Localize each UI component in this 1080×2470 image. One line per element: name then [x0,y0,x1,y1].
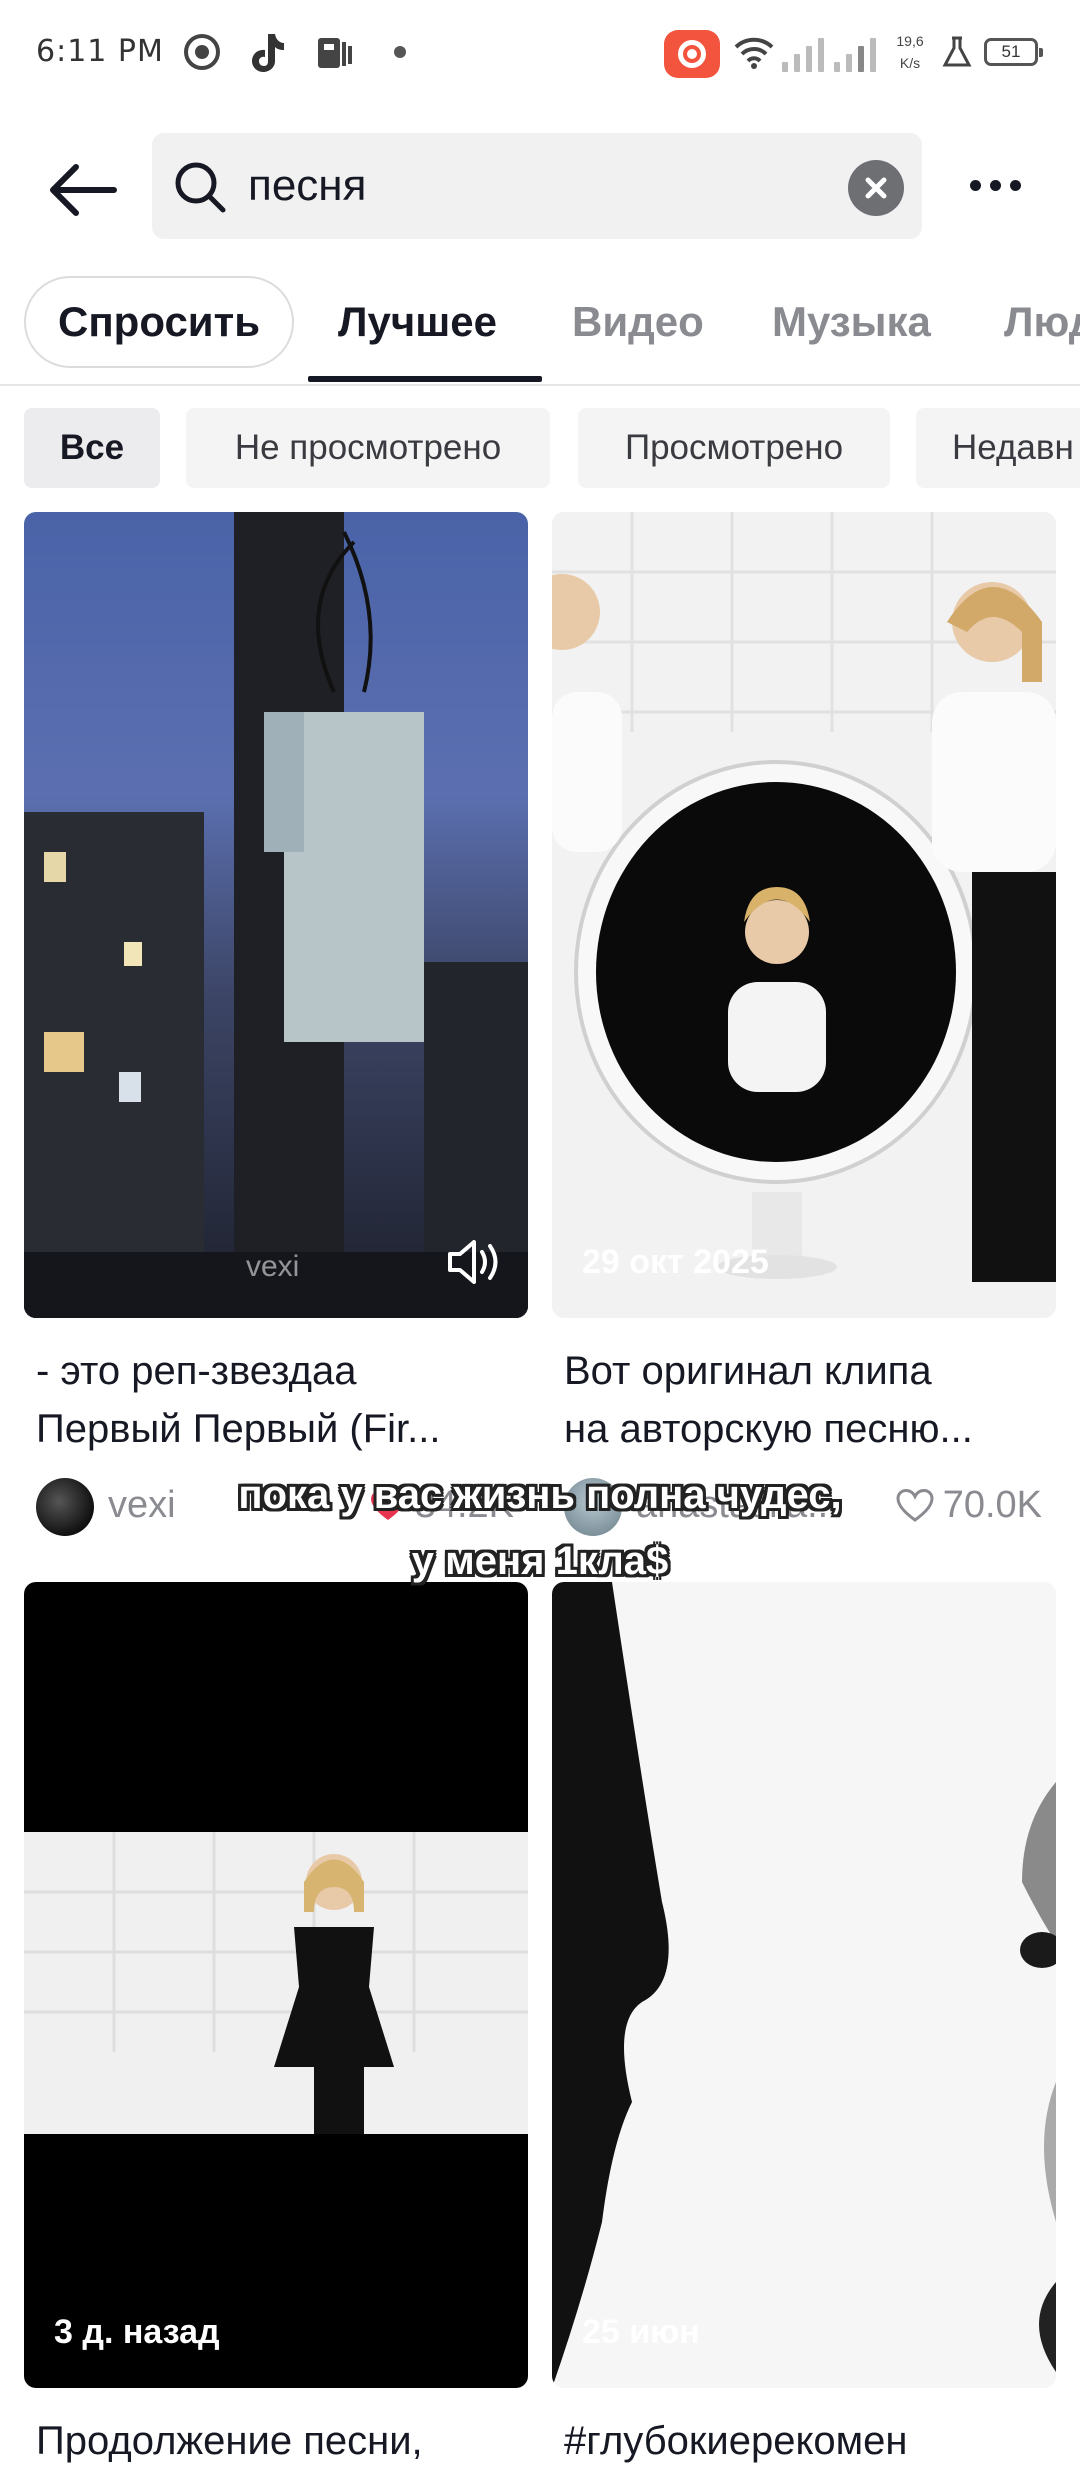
filter-watched[interactable]: Просмотрено [578,408,890,488]
app-notification-icon [312,30,356,74]
video-title-line: #глубокиерекомен [564,2419,908,2463]
video-title[interactable]: Вот оригинал клипа на авторскую песню... [552,1342,1056,1458]
signal-1-icon [782,32,824,72]
more-dot-icon [1009,179,1021,191]
video-title-line: на авторскую песню... [564,1407,973,1451]
search-icon [175,162,226,213]
search-tabs: Спросить Лучшее Видео Музыка Люд [0,272,1080,386]
video-title-line: Вот оригинал клипа [564,1349,932,1393]
screen-record-icon [664,30,720,78]
search-query[interactable]: песня [248,161,366,211]
video-card[interactable]: vexi - это реп-звездаа Первый Первый (Fi… [24,512,528,1536]
wifi-icon [732,30,776,74]
more-dot-icon [969,179,981,191]
video-date: 29 окт 2025 [582,1243,769,1281]
dot-icon [390,30,410,74]
flask-icon [940,30,974,74]
close-icon [865,177,887,199]
video-date: 25 июн [582,2313,700,2351]
more-dot-icon [989,179,1001,191]
filter-chips: Все Не просмотрено Просмотрено Недавн [0,408,1080,488]
thumbnail-scene [24,512,528,1318]
video-watermark: vexi [246,1250,300,1283]
video-title[interactable]: - это реп-звездаа Первый Первый (Fir... [24,1342,528,1458]
video-thumbnail[interactable]: vexi [24,512,528,1318]
thumbnail-scene [552,512,1056,1318]
tab-ask[interactable]: Спросить [24,276,294,368]
tab-top[interactable]: Лучшее [338,298,497,346]
tiktok-icon [244,30,288,74]
more-options-button[interactable] [960,160,1030,210]
video-card[interactable]: 25 июн #глубокиерекомен [552,1582,1056,2470]
network-speed: 19,6 K/s [890,30,930,74]
video-title[interactable]: Продолжение песни, [24,2412,528,2470]
video-title-line: Первый Первый (Fir... [36,1407,441,1451]
video-thumbnail[interactable]: 25 июн [552,1582,1056,2388]
speaker-icon[interactable] [444,1234,504,1290]
arrow-left-icon [50,164,117,216]
video-card[interactable]: 29 окт 2025 Вот оригинал клипа на авторс… [552,512,1056,1536]
caption-line: у меня 1кла$ [411,1539,669,1583]
filter-recent[interactable]: Недавн [916,408,1080,488]
thumbnail-scene [552,1582,1056,2388]
tab-videos[interactable]: Видео [572,298,704,346]
clear-search-button[interactable] [848,160,904,216]
status-time: 6:11 PM [36,34,164,69]
thumbnail-scene [24,1832,528,2134]
battery-indicator: 51 [984,38,1043,66]
floating-lyrics-caption: пока у вас жизнь полна чудес, у меня 1кл… [0,1462,1080,1594]
video-thumbnail[interactable]: 29 окт 2025 [552,512,1056,1318]
video-thumbnail[interactable]: 3 д. назад [24,1582,528,2388]
caption-line: пока у вас жизнь полна чудес, [238,1473,842,1517]
video-date: 3 д. назад [54,2313,220,2351]
network-speed-value: 19,6 [896,33,924,49]
status-bar: 6:11 PM 19,6 K/s 51 [0,0,1080,110]
tab-people[interactable]: Люд [1004,298,1080,346]
record-indicator-icon [180,30,224,74]
signal-2-icon [834,32,876,72]
filter-all[interactable]: Все [24,408,160,488]
video-title-line: Продолжение песни, [36,2419,423,2463]
search-bar[interactable]: песня [152,133,922,239]
video-title-line: - это реп-звездаа [36,1349,357,1393]
active-tab-indicator [308,376,542,382]
tab-music[interactable]: Музыка [772,298,931,346]
network-speed-unit: K/s [899,55,921,71]
video-title[interactable]: #глубокиерекомен [552,2412,1056,2470]
video-card[interactable]: 3 д. назад Продолжение песни, [24,1582,528,2470]
filter-unwatched[interactable]: Не просмотрено [186,408,550,488]
back-button[interactable] [44,150,124,230]
